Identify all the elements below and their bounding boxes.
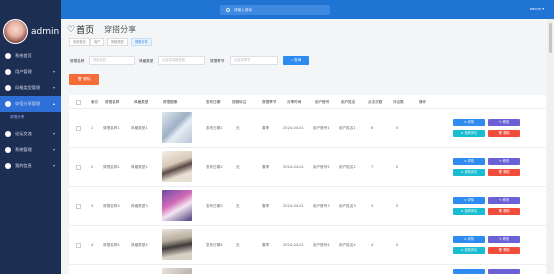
sidebar-item-system[interactable]: 系统管理 ▾ xyxy=(0,142,61,158)
sidebar: admin 系统首页 用户管理 ▾ 风格类型管理 ▾ 穿搭分享管理 ▴ 穿搭分享 论坛… xyxy=(0,0,61,274)
detail-button[interactable]: ⊙ 详情 xyxy=(453,119,485,126)
tab-users[interactable]: 用户 xyxy=(90,38,105,46)
season-select[interactable]: 请选择季节 xyxy=(230,56,278,65)
user-icon xyxy=(5,69,11,75)
search-icon xyxy=(226,8,230,12)
name-label: 穿搭名称 xyxy=(70,59,85,63)
outfit-image xyxy=(162,190,192,221)
row-checkbox[interactable] xyxy=(76,126,81,131)
brand: admin xyxy=(3,19,59,44)
tab-home[interactable]: 系统首页 xyxy=(69,38,90,46)
view-comments-button[interactable]: ⊙ 查看评论 xyxy=(453,247,485,254)
header-user: 用户姓名 xyxy=(341,100,356,104)
sidebar-subitem-outfit-share[interactable]: 穿搭分享 xyxy=(10,115,24,120)
data-table: 索引 穿搭名称 风格类型 穿搭图像 发布日期 视频标注 穿搭季节 分享时间 用户… xyxy=(69,95,546,274)
table-row: 2 穿搭名称2 风格类型2 发布日期2 无 春季 2024-04-01 用户账号… xyxy=(69,148,546,187)
sidebar-item-style[interactable]: 风格类型管理 ▾ xyxy=(0,80,61,96)
edit-button[interactable]: ✎ 修改 xyxy=(488,158,520,165)
outfit-image xyxy=(162,268,192,274)
chevron-down-icon: ▾ xyxy=(52,131,55,136)
delete-button[interactable]: 🗑 删除 xyxy=(488,208,520,215)
header-date: 发布日期 xyxy=(206,100,221,104)
avatar xyxy=(3,19,28,44)
top-search-input[interactable]: 请输入搜索 xyxy=(220,5,330,15)
delete-button[interactable]: 🗑 删除 xyxy=(488,130,520,137)
header-season: 穿搭季节 xyxy=(262,100,277,104)
search-button[interactable]: ⌕ 查询 xyxy=(283,56,309,65)
style-icon xyxy=(5,85,11,91)
delete-button[interactable]: 🗑 删除 xyxy=(488,169,520,176)
view-comments-button[interactable]: ⊙ 查看评论 xyxy=(453,208,485,215)
row-checkbox[interactable] xyxy=(76,204,81,209)
view-comments-button[interactable]: ⊙ 查看评论 xyxy=(453,169,485,176)
table-row: 1 穿搭名称1 风格类型1 发布日期1 无 春季 2024-04-01 用户账号… xyxy=(69,109,546,148)
top-bar: 请输入搜索 admin ▾ xyxy=(0,0,554,19)
edit-button[interactable] xyxy=(488,269,520,274)
sidebar-item-forum[interactable]: 论坛交流 ▾ xyxy=(0,126,61,142)
sidebar-item-profile[interactable]: 我的信息 ▾ xyxy=(0,158,61,174)
gear-icon xyxy=(5,147,11,153)
detail-button[interactable]: ⊙ 详情 xyxy=(453,197,485,204)
table-row: 3 穿搭名称3 风格类型3 发布日期3 无 春季 2024-04-01 用户账号… xyxy=(69,187,546,226)
scrollbar-thumb[interactable] xyxy=(549,23,552,53)
sidebar-item-outfit[interactable]: 穿搭分享管理 ▴ xyxy=(0,96,61,112)
header-name: 穿搭名称 xyxy=(105,100,120,104)
outfit-image xyxy=(162,229,192,260)
page-title: ♡ 首页 穿搭分享 xyxy=(67,24,137,37)
page-subtitle: 穿搭分享 xyxy=(104,25,137,34)
season-label: 穿搭季节 xyxy=(210,59,225,63)
header-video: 视频标注 xyxy=(232,100,247,104)
outfit-icon xyxy=(5,101,11,107)
table-row xyxy=(69,265,546,274)
style-select[interactable]: 请选择风格类型 xyxy=(158,56,205,65)
batch-delete-button[interactable]: 🗑 删除 xyxy=(69,74,99,85)
edit-button[interactable]: ✎ 修改 xyxy=(488,197,520,204)
header-image: 穿搭图像 xyxy=(163,100,178,104)
outfit-image xyxy=(162,151,192,182)
sidebar-item-users[interactable]: 用户管理 ▾ xyxy=(0,64,61,80)
row-checkbox[interactable] xyxy=(76,165,81,170)
sidebar-item-home[interactable]: 系统首页 xyxy=(0,48,61,64)
header-actions: 操作 xyxy=(419,100,427,104)
home-icon xyxy=(5,53,11,59)
chevron-up-icon: ▴ xyxy=(52,101,55,106)
delete-button[interactable]: 🗑 删除 xyxy=(488,247,520,254)
forum-icon xyxy=(5,131,11,137)
chevron-down-icon: ▾ xyxy=(52,69,55,74)
page-scrollbar[interactable] xyxy=(547,19,554,274)
profile-icon xyxy=(5,163,11,169)
select-all-checkbox[interactable] xyxy=(76,100,81,105)
heart-icon: ♡ xyxy=(67,24,76,35)
detail-button[interactable]: ⊙ 详情 xyxy=(453,158,485,165)
header-index: 索引 xyxy=(91,100,99,104)
edit-button[interactable]: ✎ 修改 xyxy=(488,236,520,243)
header-style: 风格类型 xyxy=(134,100,149,104)
style-label: 风格类型 xyxy=(139,59,154,63)
header-comments: 评论数 xyxy=(393,100,404,104)
edit-button[interactable]: ✎ 修改 xyxy=(488,119,520,126)
header-time: 分享时间 xyxy=(287,100,302,104)
chevron-down-icon: ▾ xyxy=(52,147,55,152)
table-header: 索引 穿搭名称 风格类型 穿搭图像 发布日期 视频标注 穿搭季节 分享时间 用户… xyxy=(69,95,546,109)
name-input[interactable]: 穿搭名称 xyxy=(89,56,135,65)
header-account: 用户账号 xyxy=(315,100,330,104)
outfit-image xyxy=(162,112,192,143)
detail-button[interactable]: ⊙ 详情 xyxy=(453,236,485,243)
tab-style[interactable]: 风格类型 xyxy=(107,38,128,46)
header-clicks: 点击次数 xyxy=(368,100,383,104)
detail-button[interactable] xyxy=(453,269,485,274)
chevron-down-icon: ▾ xyxy=(52,163,55,168)
table-row: 4 穿搭名称4 风格类型4 发布日期4 无 春季 2024-04-01 用户账号… xyxy=(69,226,546,265)
tab-outfit-share[interactable]: 穿搭分享 xyxy=(131,38,152,46)
brand-name: admin xyxy=(31,26,60,37)
view-comments-button[interactable]: ⊙ 查看评论 xyxy=(453,130,485,137)
user-menu[interactable]: admin ▾ xyxy=(530,7,544,11)
chevron-down-icon: ▾ xyxy=(52,85,55,90)
row-checkbox[interactable] xyxy=(76,243,81,248)
